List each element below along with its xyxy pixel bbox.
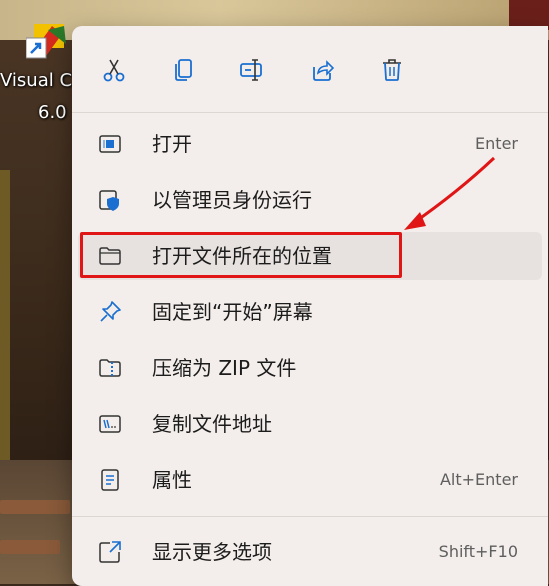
scissors-icon bbox=[103, 59, 125, 82]
desktop-shortcut-visual-c[interactable]: Visual C 6.0 bbox=[0, 18, 80, 128]
share-icon bbox=[313, 60, 335, 81]
properties-icon bbox=[101, 469, 119, 491]
pin-icon bbox=[100, 301, 121, 322]
wallpaper-desk bbox=[0, 540, 60, 554]
share-button[interactable] bbox=[300, 48, 344, 92]
zip-icon bbox=[99, 359, 121, 377]
menu-item-label: 显示更多选项 bbox=[152, 540, 272, 564]
menu-item-properties[interactable]: 属性 Alt+Enter bbox=[78, 456, 542, 504]
annotation-arrow-icon bbox=[404, 156, 496, 230]
menu-item-shortcut: Shift+F10 bbox=[438, 542, 518, 561]
rename-button[interactable] bbox=[230, 48, 274, 92]
menu-item-label: 以管理员身份运行 bbox=[152, 188, 312, 212]
wallpaper-blackboard bbox=[0, 170, 10, 470]
menu-item-label: 复制文件地址 bbox=[152, 412, 272, 436]
menu-separator bbox=[72, 112, 548, 113]
open-window-icon bbox=[99, 135, 121, 153]
menu-item-compress-zip[interactable]: 压缩为 ZIP 文件 bbox=[78, 344, 542, 392]
rename-icon bbox=[240, 59, 262, 81]
copy-button[interactable] bbox=[162, 48, 206, 92]
visual-c-app-icon bbox=[26, 24, 66, 59]
menu-item-copy-path[interactable]: 复制文件地址 bbox=[78, 400, 542, 448]
menu-item-show-more-options[interactable]: 显示更多选项 Shift+F10 bbox=[78, 528, 542, 576]
copy-icon bbox=[175, 59, 192, 81]
menu-item-label: 固定到“开始”屏幕 bbox=[152, 300, 313, 324]
wallpaper-desk bbox=[0, 500, 70, 514]
delete-button[interactable] bbox=[370, 48, 414, 92]
cut-button[interactable] bbox=[92, 48, 136, 92]
admin-shield-icon bbox=[99, 190, 119, 211]
menu-item-shortcut: Alt+Enter bbox=[439, 470, 518, 489]
menu-item-pin-to-start[interactable]: 固定到“开始”屏幕 bbox=[78, 288, 542, 336]
desktop-icon-label-version: 6.0 bbox=[38, 102, 67, 123]
highlight-annotation-box bbox=[80, 232, 402, 278]
copy-path-icon bbox=[99, 415, 121, 433]
menu-item-label: 打开 bbox=[152, 132, 192, 156]
trash-icon bbox=[383, 59, 401, 81]
context-menu-toolbar bbox=[72, 26, 548, 112]
menu-item-label: 压缩为 ZIP 文件 bbox=[152, 356, 297, 380]
menu-item-label: 属性 bbox=[152, 468, 192, 492]
context-menu: 打开 Enter 以管理员身份运行 打开文件所在的位置 固定到“开始”屏幕 压缩… bbox=[72, 26, 548, 586]
menu-separator bbox=[72, 516, 548, 517]
menu-item-shortcut: Enter bbox=[475, 134, 518, 153]
more-options-icon bbox=[99, 541, 121, 563]
